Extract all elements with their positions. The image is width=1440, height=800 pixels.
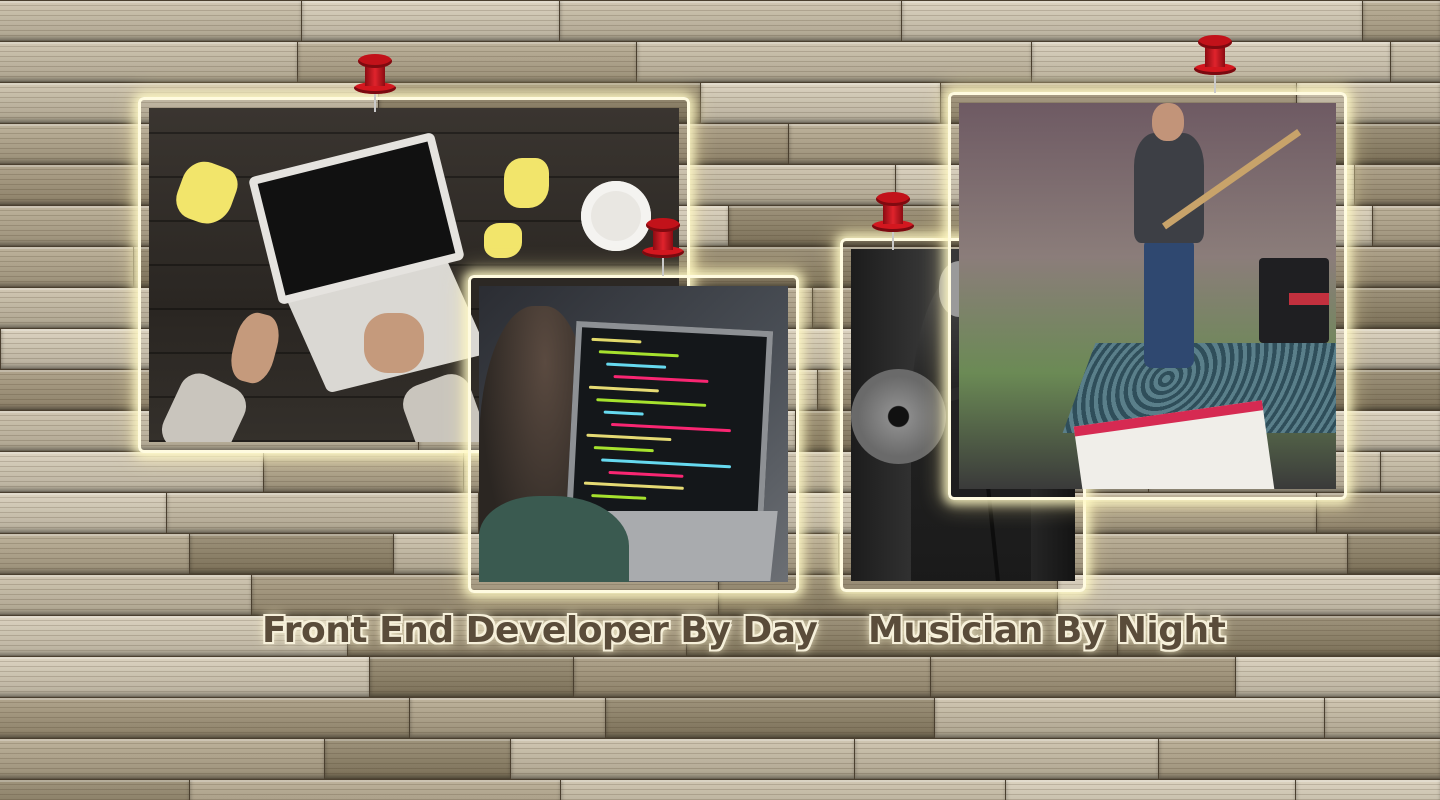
code-line bbox=[606, 362, 667, 369]
code-line bbox=[583, 481, 684, 490]
code-line bbox=[591, 337, 642, 344]
push-pin-icon bbox=[1192, 35, 1238, 95]
push-pin-icon bbox=[352, 54, 398, 114]
caption-developer: Front End Developer By Day bbox=[262, 610, 818, 651]
push-pin-icon bbox=[870, 192, 916, 252]
crumpled-paper bbox=[504, 158, 549, 208]
code-line bbox=[610, 422, 731, 433]
code-line bbox=[603, 410, 644, 416]
code-line bbox=[588, 385, 659, 393]
push-pin-icon bbox=[640, 218, 686, 278]
keyboard-instrument bbox=[1289, 293, 1329, 305]
code-line bbox=[593, 446, 654, 453]
bass-player bbox=[1134, 103, 1204, 373]
crumpled-paper bbox=[484, 223, 522, 258]
code-editor-screen bbox=[565, 320, 774, 534]
code-line bbox=[613, 375, 709, 383]
code-line bbox=[596, 398, 707, 407]
hand bbox=[364, 313, 424, 373]
caption-musician: Musician By Night bbox=[868, 610, 1226, 651]
code-line bbox=[591, 494, 647, 500]
hand bbox=[225, 308, 285, 388]
code-line bbox=[601, 458, 732, 469]
guitar-body bbox=[851, 369, 946, 464]
crumpled-paper bbox=[170, 155, 243, 231]
photo-bass-on-stage bbox=[948, 92, 1347, 500]
code-line bbox=[608, 470, 684, 478]
code-line bbox=[598, 350, 679, 358]
code-line bbox=[586, 433, 672, 442]
photo-coding-macbook bbox=[468, 275, 799, 593]
